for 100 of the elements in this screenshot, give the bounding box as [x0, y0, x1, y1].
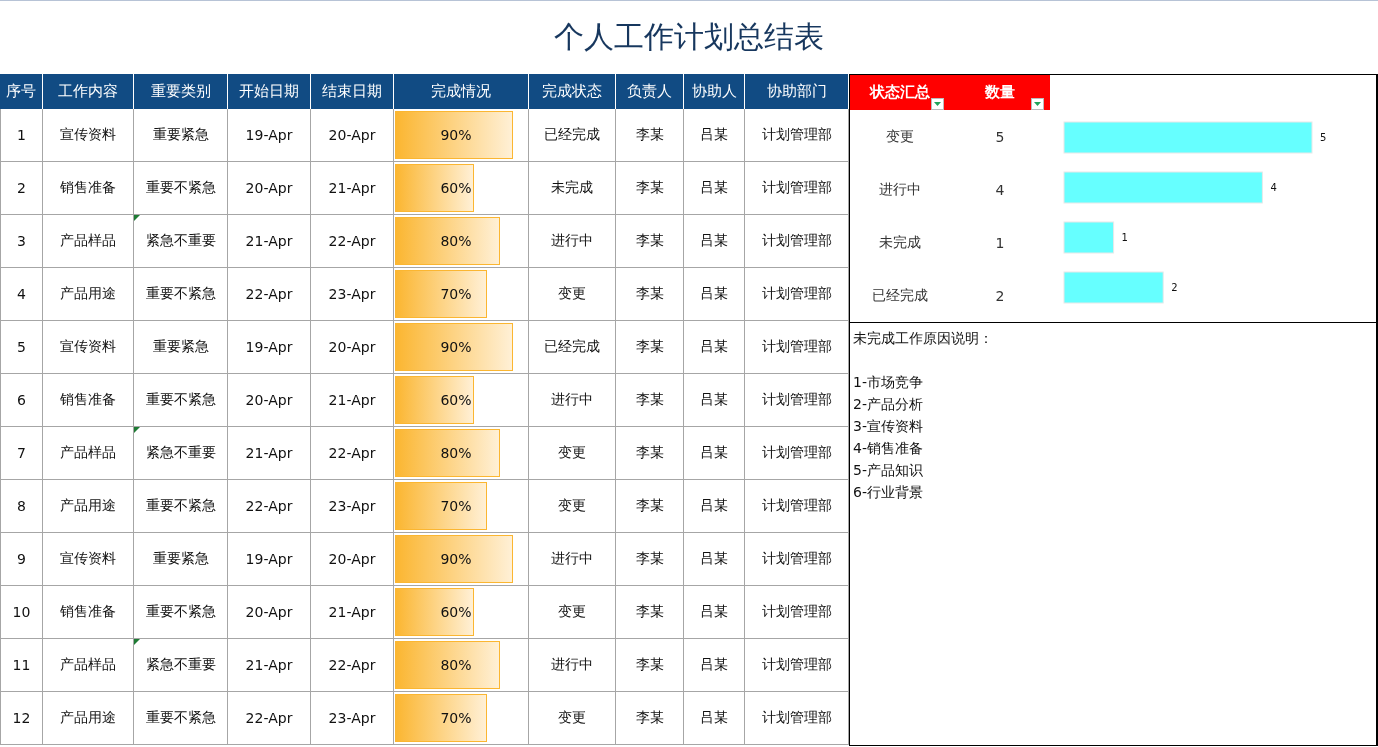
table-cell: 产品样品: [43, 639, 134, 692]
notes-item: 4-销售准备: [853, 439, 924, 458]
table-cell: 紧急不重要: [134, 639, 228, 692]
table-cell: 吕某: [684, 533, 745, 586]
table-cell: 变更: [529, 480, 616, 533]
table-cell: 计划管理部: [745, 427, 849, 480]
percent-text: 70%: [440, 710, 472, 726]
summary-header: 状态汇总: [870, 83, 930, 102]
table-cell: 吕某: [684, 215, 745, 268]
percent-text: 70%: [440, 498, 472, 514]
dropdown-arrow-icon: [934, 102, 941, 106]
table-cell: 11: [0, 639, 43, 692]
table-cell: 吕某: [684, 109, 745, 162]
column-header: 负责人: [616, 74, 684, 109]
table-cell: 李某: [616, 268, 684, 321]
summary-count: 4: [994, 180, 1006, 200]
column-header: 工作内容: [43, 74, 134, 109]
table-cell: 计划管理部: [745, 586, 849, 639]
table-cell: 李某: [616, 480, 684, 533]
table-cell: 21-Apr: [228, 215, 311, 268]
table-cell: 20-Apr: [311, 321, 394, 374]
table-cell: 23-Apr: [311, 692, 394, 745]
table-cell: 吕某: [684, 162, 745, 215]
table-cell: 产品样品: [43, 215, 134, 268]
table-cell: 计划管理部: [745, 162, 849, 215]
table-cell: 吕某: [684, 480, 745, 533]
dropdown-arrow-icon: [1034, 102, 1041, 106]
filter-dropdown-button[interactable]: [1031, 98, 1044, 110]
column-header: 序号: [0, 74, 43, 109]
table-cell: 产品用途: [43, 268, 134, 321]
table-cell: 吕某: [684, 427, 745, 480]
table-cell: 吕某: [684, 374, 745, 427]
table-cell: 计划管理部: [745, 321, 849, 374]
summary-count: 5: [994, 127, 1006, 147]
table-cell: 吕某: [684, 268, 745, 321]
percent-text: 90%: [440, 339, 472, 355]
chart-bar: [1063, 221, 1115, 254]
table-cell: 6: [0, 374, 43, 427]
table-cell: 变更: [529, 586, 616, 639]
table-cell: 未完成: [529, 162, 616, 215]
table-cell: 变更: [529, 427, 616, 480]
table-cell: 4: [0, 268, 43, 321]
notes-item: 3-宣传资料: [853, 417, 924, 436]
table-cell: 变更: [529, 268, 616, 321]
table-cell: 李某: [616, 321, 684, 374]
table-cell: 紧急不重要: [134, 215, 228, 268]
summary-count: 2: [994, 286, 1006, 306]
table-cell: 重要紧急: [134, 533, 228, 586]
table-cell: 8: [0, 480, 43, 533]
table-cell: 已经完成: [529, 109, 616, 162]
notes-heading: 未完成工作原因说明：: [853, 329, 994, 348]
table-cell: 计划管理部: [745, 639, 849, 692]
table-cell: 20-Apr: [311, 533, 394, 586]
table-cell: 19-Apr: [228, 109, 311, 162]
table-cell: 李某: [616, 215, 684, 268]
table-cell: 12: [0, 692, 43, 745]
table-cell: 21-Apr: [311, 586, 394, 639]
table-cell: 21-Apr: [311, 162, 394, 215]
table-cell: 李某: [616, 109, 684, 162]
table-cell: 李某: [616, 162, 684, 215]
summary-status: 未完成: [878, 232, 922, 252]
data-label: 4: [1270, 182, 1277, 193]
column-header: 完成状态: [529, 74, 616, 109]
summary-status: 进行中: [878, 179, 922, 199]
percent-text: 80%: [440, 445, 472, 461]
table-cell: 李某: [616, 427, 684, 480]
table-cell: 22-Apr: [228, 480, 311, 533]
table-cell: 宣传资料: [43, 109, 134, 162]
summary-status: 变更: [885, 126, 915, 146]
table-cell: 重要不紧急: [134, 480, 228, 533]
table-cell: 产品用途: [43, 480, 134, 533]
table-cell: 紧急不重要: [134, 427, 228, 480]
table-cell: 1: [0, 109, 43, 162]
table-cell: 计划管理部: [745, 692, 849, 745]
table-cell: 9: [0, 533, 43, 586]
table-cell: 产品用途: [43, 692, 134, 745]
data-label: 1: [1121, 232, 1128, 243]
percent-text: 70%: [440, 286, 472, 302]
data-label: 5: [1320, 132, 1327, 143]
notes-item: 5-产品知识: [853, 461, 924, 480]
table-cell: 重要不紧急: [134, 692, 228, 745]
table-cell: 重要不紧急: [134, 162, 228, 215]
table-cell: 7: [0, 427, 43, 480]
table-cell: 李某: [616, 692, 684, 745]
column-header: 协助部门: [745, 74, 849, 109]
notes-item: 6-行业背景: [853, 483, 924, 502]
table-cell: 销售准备: [43, 162, 134, 215]
table-cell: 销售准备: [43, 374, 134, 427]
filter-dropdown-button[interactable]: [931, 98, 944, 110]
table-cell: 已经完成: [529, 321, 616, 374]
table-cell: 计划管理部: [745, 480, 849, 533]
table-cell: 吕某: [684, 692, 745, 745]
table-cell: 进行中: [529, 374, 616, 427]
percent-text: 60%: [440, 604, 472, 620]
table-cell: 计划管理部: [745, 533, 849, 586]
sheet-title: 个人工作计划总结表: [553, 18, 825, 56]
table-cell: 22-Apr: [228, 268, 311, 321]
table-cell: 计划管理部: [745, 268, 849, 321]
table-cell: 重要不紧急: [134, 374, 228, 427]
table-cell: 20-Apr: [228, 374, 311, 427]
